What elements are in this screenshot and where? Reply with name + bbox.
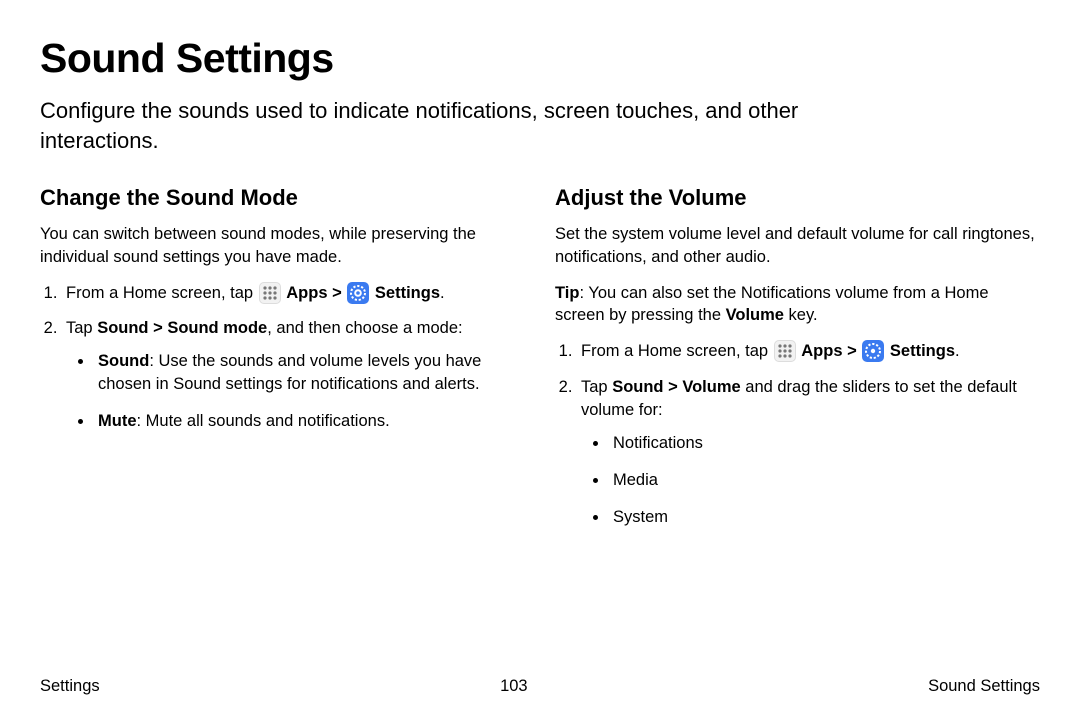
tip-label: Tip [555,284,579,302]
footer-left: Settings [40,677,100,696]
vol-media: Media [609,469,1040,492]
option-mute-label: Mute [98,412,137,430]
step2-prefix: Tap [581,378,612,396]
option-mute-desc: : Mute all sounds and notifications. [137,412,390,430]
page-intro: Configure the sounds used to indicate no… [40,96,920,155]
vol-notifications: Notifications [609,432,1040,455]
option-sound-label: Sound [98,352,149,370]
step-1: From a Home screen, tap Apps > Settings. [62,282,525,305]
step2-bold: Sound > Sound mode [97,319,267,337]
tip-volume: Tip: You can also set the Notifications … [555,282,1040,327]
separator: > [332,284,346,302]
step-2: Tap Sound > Volume and drag the sliders … [577,376,1040,529]
page-title: Sound Settings [40,35,1040,82]
steps-sound-mode: From a Home screen, tap Apps > Settings.… [40,282,525,433]
mode-options: Sound: Use the sounds and volume levels … [66,350,525,433]
apps-label: Apps [801,342,842,360]
heading-volume: Adjust the Volume [555,185,1040,211]
volume-list: Notifications Media System [581,432,1040,529]
step1-prefix: From a Home screen, tap [66,284,258,302]
step1-suffix: . [440,284,445,302]
settings-icon [347,282,369,304]
intro-volume: Set the system volume level and default … [555,223,1040,268]
step2-prefix: Tap [66,319,97,337]
heading-sound-mode: Change the Sound Mode [40,185,525,211]
intro-sound-mode: You can switch between sound modes, whil… [40,223,525,268]
content-columns: Change the Sound Mode You can switch bet… [40,185,1040,543]
footer-right: Sound Settings [928,677,1040,696]
option-sound: Sound: Use the sounds and volume levels … [94,350,525,396]
left-column: Change the Sound Mode You can switch bet… [40,185,525,543]
step2-bold: Sound > Volume [612,378,741,396]
apps-label: Apps [286,284,327,302]
step-2: Tap Sound > Sound mode, and then choose … [62,317,525,433]
settings-icon [862,340,884,362]
step2-suffix: , and then choose a mode: [267,319,462,337]
step-1: From a Home screen, tap Apps > Settings. [577,340,1040,363]
tip-end: key. [784,306,818,324]
settings-label: Settings [375,284,440,302]
apps-icon [774,340,796,362]
footer-page-number: 103 [500,677,528,696]
settings-label: Settings [890,342,955,360]
page-footer: Settings 103 Sound Settings [40,677,1040,696]
step1-suffix: . [955,342,960,360]
apps-icon [259,282,281,304]
step1-prefix: From a Home screen, tap [581,342,773,360]
separator: > [847,342,861,360]
tip-volume-key: Volume [726,306,784,324]
right-column: Adjust the Volume Set the system volume … [555,185,1040,543]
steps-volume: From a Home screen, tap Apps > Settings.… [555,340,1040,529]
option-sound-desc: : Use the sounds and volume levels you h… [98,352,481,393]
option-mute: Mute: Mute all sounds and notifications. [94,410,525,433]
vol-system: System [609,506,1040,529]
